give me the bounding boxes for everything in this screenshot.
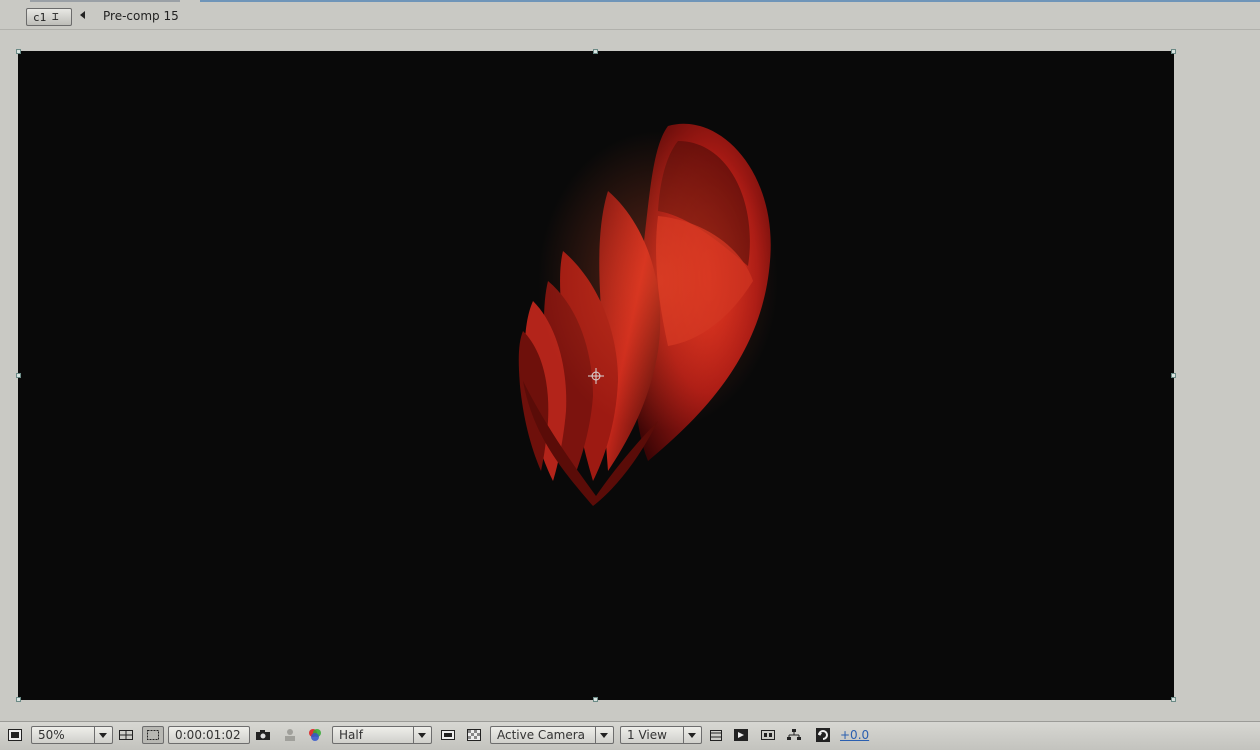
- frame-handle-tl[interactable]: [16, 49, 21, 54]
- frame-handle-ml[interactable]: [16, 373, 21, 378]
- composition-frame[interactable]: [18, 51, 1174, 700]
- fast-previews-icon[interactable]: [732, 726, 750, 744]
- always-preview-icon[interactable]: [6, 726, 24, 744]
- divider: [0, 29, 1260, 30]
- view-layout-value: 1 View: [627, 728, 667, 742]
- red-petal-render: [518, 123, 778, 506]
- resolution-value: Half: [339, 728, 363, 742]
- timeline-icon[interactable]: [759, 726, 777, 744]
- show-snapshot-icon[interactable]: [281, 726, 299, 744]
- snapshot-camera-icon[interactable]: [254, 726, 272, 744]
- transparency-grid-icon[interactable]: [465, 726, 483, 744]
- breadcrumb-current-comp[interactable]: Pre-comp 15: [103, 9, 179, 23]
- resolution-grid-icon[interactable]: [117, 726, 135, 744]
- composition-viewer[interactable]: [2, 31, 1258, 721]
- frame-handle-bl[interactable]: [16, 697, 21, 702]
- frame-handle-br[interactable]: [1171, 697, 1176, 702]
- viewer-toolbar: 50% 0:00:01:02 Half Active Camera 1 View: [0, 721, 1260, 750]
- frame-handle-tr[interactable]: [1171, 49, 1176, 54]
- reset-exposure-icon[interactable]: [814, 726, 832, 744]
- 3d-view-dropdown[interactable]: Active Camera: [490, 726, 614, 744]
- view-layout-dropdown[interactable]: 1 View: [620, 726, 702, 744]
- 3d-view-value: Active Camera: [497, 728, 586, 742]
- frame-handle-tc[interactable]: [593, 49, 598, 54]
- resolution-dropdown[interactable]: Half: [332, 726, 432, 744]
- flowchart-icon[interactable]: [785, 726, 803, 744]
- breadcrumb-left-arrow-icon[interactable]: [80, 11, 85, 19]
- chevron-down-icon: [683, 727, 701, 743]
- text-cursor-icon: ⌶: [52, 10, 59, 23]
- exposure-value[interactable]: +0.0: [840, 726, 869, 744]
- title-action-safe-icon[interactable]: [142, 726, 164, 744]
- chevron-down-icon: [413, 727, 431, 743]
- frame-handle-bc[interactable]: [593, 697, 598, 702]
- toggle-pixel-aspect-icon[interactable]: [707, 726, 725, 744]
- chevron-down-icon: [94, 727, 112, 743]
- magnification-dropdown[interactable]: 50%: [31, 726, 113, 744]
- composition-breadcrumb: c1 ⌶ Pre-comp 15: [0, 2, 1260, 30]
- frame-handle-mr[interactable]: [1171, 373, 1176, 378]
- current-time-value: 0:00:01:02: [175, 728, 241, 742]
- chevron-down-icon: [595, 727, 613, 743]
- channel-rgb-icon[interactable]: [306, 726, 324, 744]
- comp-tab-button[interactable]: c1 ⌶: [26, 8, 72, 26]
- current-time-field[interactable]: 0:00:01:02: [168, 726, 250, 744]
- magnification-value: 50%: [38, 728, 65, 742]
- region-of-interest-icon[interactable]: [439, 726, 457, 744]
- comp-tab-label: c1: [33, 11, 47, 24]
